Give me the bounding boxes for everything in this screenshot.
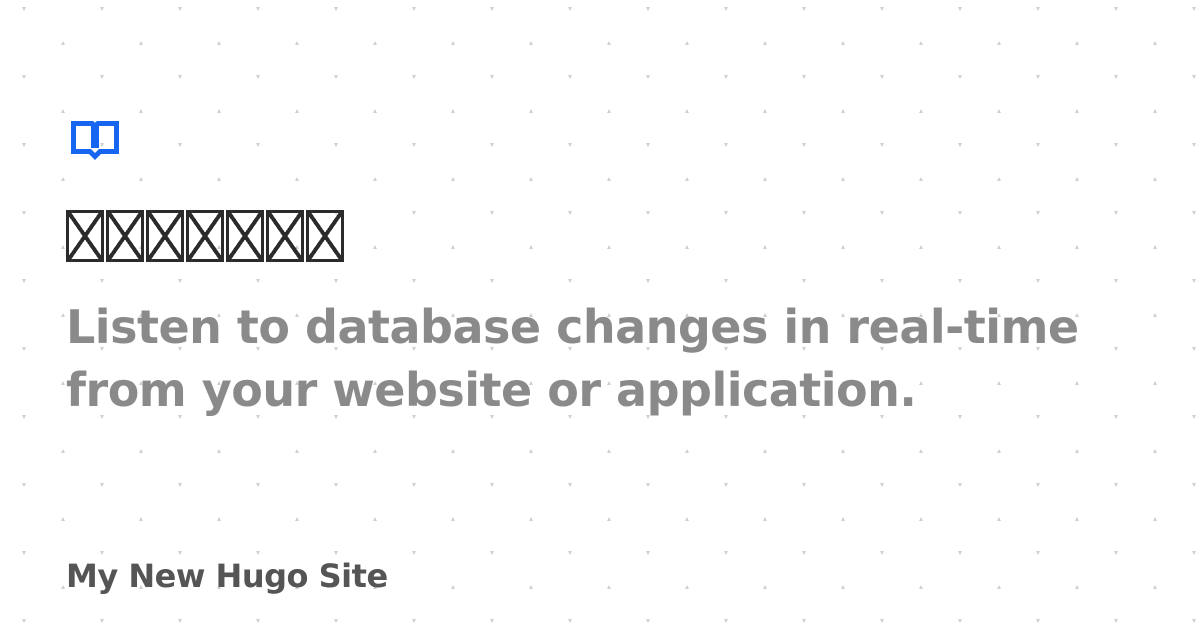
missing-glyph-icon — [306, 210, 344, 262]
missing-glyph-icon — [266, 210, 304, 262]
page-title: □□□□□□□ — [66, 208, 346, 264]
page-description: Listen to database changes in real-time … — [66, 300, 1079, 417]
missing-glyph-icon — [226, 210, 264, 262]
missing-glyph-icon — [186, 210, 224, 262]
og-card: □□□□□□□ Listen to database changes in re… — [66, 0, 1146, 630]
missing-glyph-icon — [106, 210, 144, 262]
missing-glyph-icon — [66, 210, 104, 262]
book-icon — [71, 121, 119, 160]
missing-glyph-icon — [146, 210, 184, 262]
site-name: My New Hugo Site — [66, 557, 388, 595]
